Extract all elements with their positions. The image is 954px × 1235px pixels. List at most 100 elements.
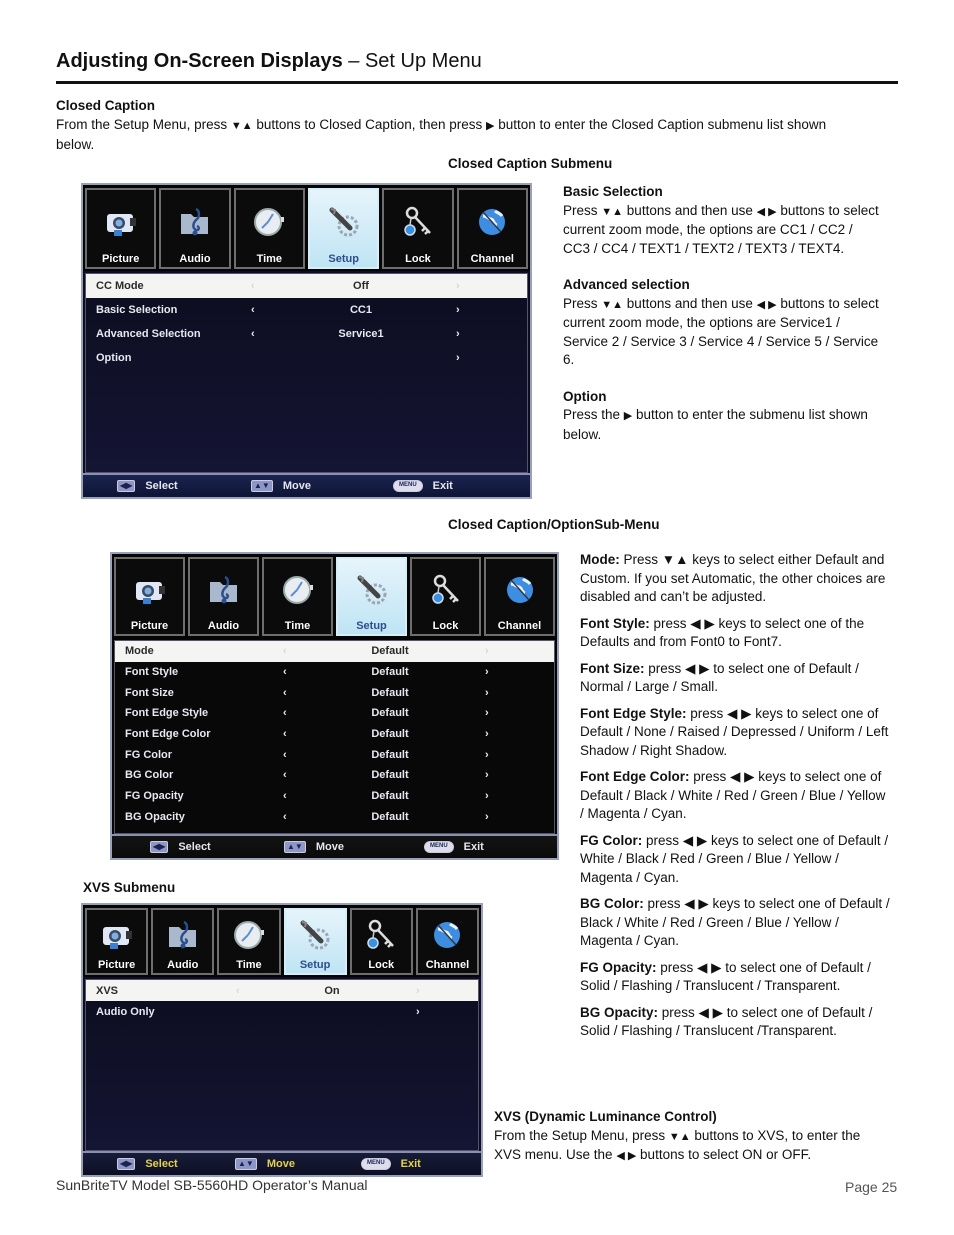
- chevron-left-icon[interactable]: ‹: [283, 645, 287, 657]
- menu-tab-time[interactable]: Time: [233, 188, 305, 269]
- down-up-arrows-icon: ▼▲: [601, 298, 624, 311]
- chevron-right-icon[interactable]: ›: [485, 728, 489, 740]
- chevron-right-icon[interactable]: ›: [456, 352, 460, 364]
- wrench-gear-icon: [286, 910, 345, 959]
- intro-text: below.: [56, 136, 95, 152]
- chevron-right-icon[interactable]: ›: [456, 328, 460, 340]
- menu-row[interactable]: FG Color ‹ Default ›: [115, 744, 554, 765]
- chevron-right-icon[interactable]: ›: [485, 645, 489, 657]
- chevron-right-icon[interactable]: ›: [485, 811, 489, 823]
- menu-tab-channel[interactable]: Channel: [456, 188, 528, 269]
- chevron-left-icon[interactable]: ‹: [283, 707, 287, 719]
- menu-row[interactable]: Font Edge Style ‹ Default ›: [115, 703, 554, 724]
- menu-row[interactable]: Font Edge Color ‹ Default ›: [115, 724, 554, 745]
- right-arrow-icon: ▶: [623, 410, 633, 422]
- menu-tab-audio[interactable]: Audio: [151, 908, 215, 975]
- menu-row[interactable]: Font Style ‹ Default ›: [115, 662, 554, 683]
- desc-text: buttons to XVS, to enter the: [690, 1127, 861, 1143]
- wrench-gear-icon: [310, 190, 377, 253]
- menu-row[interactable]: Mode ‹ Default ›: [115, 641, 554, 662]
- chevron-left-icon[interactable]: ‹: [251, 280, 255, 292]
- menu-tab-label: Audio: [167, 959, 199, 971]
- move-key-icon: ▲▼: [235, 1158, 257, 1170]
- menu-tab-label: Lock: [405, 253, 431, 265]
- chevron-right-icon[interactable]: ›: [416, 1006, 420, 1018]
- menu-tab-setup[interactable]: Setup: [307, 188, 380, 269]
- chevron-left-icon[interactable]: ‹: [283, 666, 287, 678]
- chevron-left-icon[interactable]: ‹: [251, 304, 255, 316]
- wrench-gear-icon: [338, 559, 405, 620]
- menu-row[interactable]: Basic Selection ‹ CC1 ›: [86, 298, 527, 322]
- move-hint-label: Move: [266, 1158, 295, 1170]
- menu-row[interactable]: XVS ‹ On ›: [86, 980, 478, 1001]
- menu-tab-picture[interactable]: Picture: [85, 188, 157, 269]
- exit-key-icon: MENU: [393, 480, 423, 492]
- menu-tab-picture[interactable]: Picture: [114, 557, 185, 636]
- chevron-left-icon[interactable]: ‹: [283, 811, 287, 823]
- move-hint: ▲▼ Move: [235, 1158, 295, 1170]
- menu-row[interactable]: CC Mode ‹ Off ›: [86, 274, 527, 298]
- chevron-left-icon[interactable]: ‹: [283, 790, 287, 802]
- menu-row[interactable]: BG Color ‹ Default ›: [115, 765, 554, 786]
- chevron-right-icon[interactable]: ›: [485, 790, 489, 802]
- menu-tab-lock[interactable]: Lock: [382, 188, 454, 269]
- desc-text: buttons: [776, 295, 825, 311]
- menu-row[interactable]: Advanced Selection ‹ Service1 ›: [86, 322, 527, 346]
- chevron-right-icon[interactable]: ›: [485, 749, 489, 761]
- option-submenu-screen: Picture Audio Time Setup Lock Channel Mode ‹ De…: [110, 552, 559, 860]
- chevron-right-icon[interactable]: ›: [485, 687, 489, 699]
- clock-icon: [264, 559, 331, 620]
- menu-tab-audio[interactable]: Audio: [159, 188, 231, 269]
- page-number: Page 25: [845, 1179, 898, 1195]
- menu-row[interactable]: FG Opacity ‹ Default ›: [115, 786, 554, 807]
- chevron-left-icon[interactable]: ‹: [283, 728, 287, 740]
- select-hint-label: Select: [145, 1158, 178, 1170]
- left-right-arrows-icon: ◀ ▶: [616, 1150, 637, 1162]
- option-menu-list: Mode ‹ Default › Font Style ‹ Default › Font Siz…: [114, 640, 555, 834]
- chevron-left-icon[interactable]: ‹: [283, 687, 287, 699]
- menu-tab-lock[interactable]: Lock: [410, 557, 481, 636]
- menu-row-name: BG Opacity: [125, 810, 185, 823]
- menu-tab-lock[interactable]: Lock: [349, 908, 413, 975]
- menu-tab-channel[interactable]: Channel: [484, 557, 555, 636]
- music-folder-icon: [190, 559, 257, 620]
- exit-hint-label: Exit: [432, 480, 453, 492]
- menu-row[interactable]: Option ›: [86, 346, 527, 370]
- option-description-term: BG Color:: [580, 896, 644, 911]
- chevron-left-icon[interactable]: ‹: [251, 328, 255, 340]
- menu-tabs: Picture Audio Time Setup Lock Channel: [83, 185, 530, 271]
- menu-row-name: XVS: [96, 984, 119, 997]
- menu-row-name: Mode: [125, 645, 154, 658]
- option-descriptions: Mode: Press ▼▲ keys to select either Def…: [580, 551, 892, 1049]
- chevron-right-icon[interactable]: ›: [456, 304, 460, 316]
- chevron-left-icon[interactable]: ‹: [283, 769, 287, 781]
- menu-hint-bar: ◀▶ Select ▲▼ Move MENU Exit: [112, 834, 557, 858]
- globe-icon: [418, 910, 477, 959]
- chevron-right-icon[interactable]: ›: [485, 666, 489, 678]
- xvs-description-text: From the Setup Menu, press ▼▲ buttons to…: [494, 1127, 904, 1166]
- menu-tab-label: Channel: [497, 620, 542, 632]
- left-right-arrows-icon: ◀ ▶: [756, 298, 777, 311]
- chevron-right-icon[interactable]: ›: [485, 769, 489, 781]
- menu-tab-channel[interactable]: Channel: [415, 908, 480, 975]
- menu-tab-picture[interactable]: Picture: [85, 908, 149, 975]
- chevron-right-icon[interactable]: ›: [416, 985, 420, 997]
- menu-row[interactable]: BG Opacity ‹ Default ›: [115, 807, 554, 828]
- chevron-left-icon[interactable]: ‹: [236, 985, 240, 997]
- menu-row[interactable]: Audio Only ›: [86, 1001, 478, 1022]
- menu-tab-setup[interactable]: Setup: [336, 557, 407, 636]
- menu-tab-label: Channel: [425, 959, 470, 971]
- chevron-right-icon[interactable]: ›: [485, 707, 489, 719]
- menu-tab-audio[interactable]: Audio: [188, 557, 259, 636]
- menu-row[interactable]: Font Size ‹ Default ›: [115, 682, 554, 703]
- menu-tab-time[interactable]: Time: [262, 557, 333, 636]
- chevron-left-icon[interactable]: ‹: [283, 749, 287, 761]
- menu-tab-time[interactable]: Time: [217, 908, 281, 975]
- option-description-term: BG Opacity:: [580, 1004, 659, 1020]
- chevron-right-icon[interactable]: ›: [456, 280, 460, 292]
- cc-submenu-screen: Picture Audio Time Setup Lock Channel CC Mode…: [81, 183, 532, 499]
- menu-tab-setup[interactable]: Setup: [283, 908, 347, 975]
- move-hint: ▲▼ Move: [284, 841, 344, 853]
- option-description-term: FG Color:: [580, 832, 643, 848]
- select-key-icon: ◀▶: [117, 480, 136, 492]
